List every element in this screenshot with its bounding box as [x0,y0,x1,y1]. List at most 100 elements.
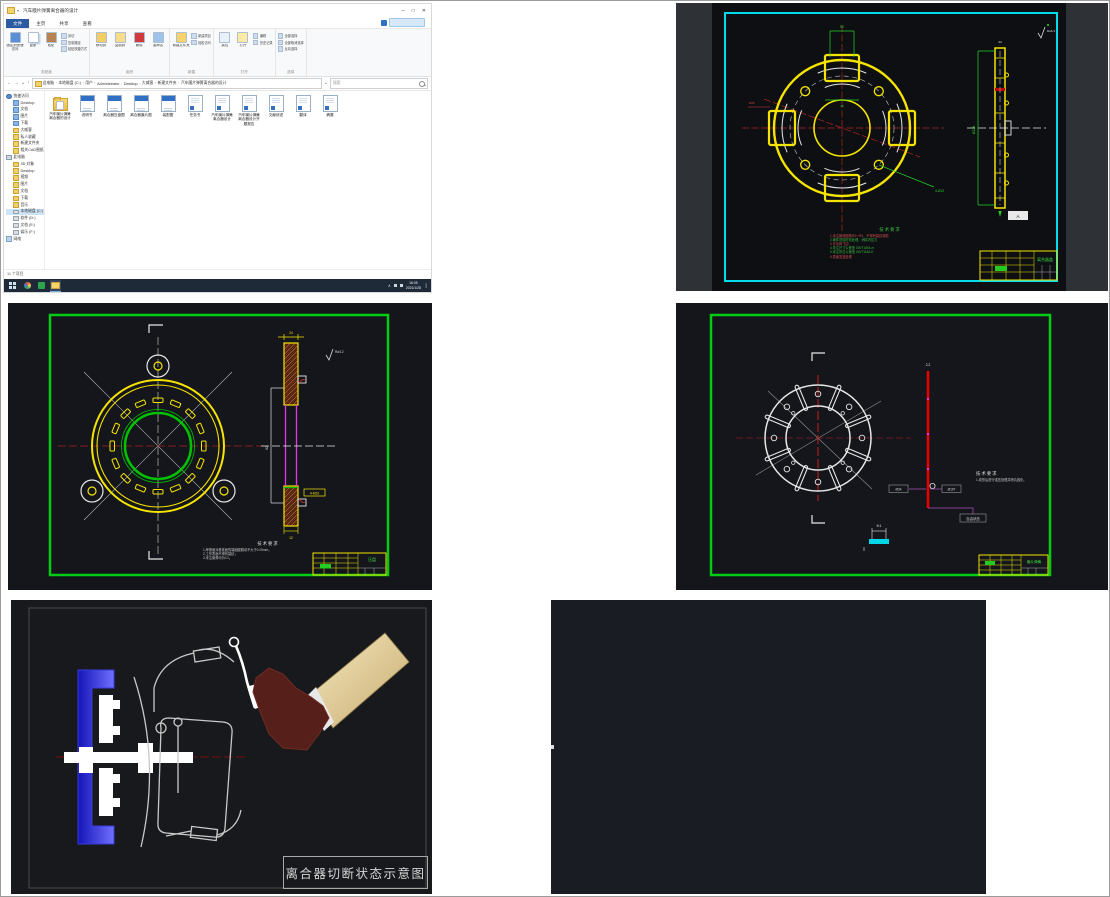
sidebar-item[interactable]: 3D 对象 [6,161,44,168]
quick-access-arrow-icon[interactable]: ▾ [17,8,19,13]
breadcrumb-item[interactable]: 用户 [85,81,97,86]
sidebar-item[interactable]: 下载 [6,120,44,127]
ribbon-tab[interactable]: 共享 [52,19,75,28]
ribbon-button-small[interactable]: 历史记录 [252,39,273,45]
ribbon-button-small[interactable]: 轻松访问 [191,39,211,45]
breadcrumb-item[interactable]: 汽车膜片弹簧离合器的设计 [181,81,227,86]
ribbon-button-small[interactable]: 反向选择 [277,46,304,52]
breadcrumb-item[interactable]: Administrator [97,82,124,86]
breadcrumb-item[interactable]: 大威客 [142,81,158,86]
up-icon[interactable]: ↑ [27,81,30,86]
ribbon-button-small[interactable]: 复制路径 [61,39,87,45]
breadcrumb[interactable]: 此电脑本地磁盘 (C:)用户AdministratorDesktop大威客新建文… [31,78,322,89]
ribbon-button-small[interactable]: 全部选择 [277,33,304,39]
breadcrumb-item[interactable]: Desktop [124,82,142,86]
file-item[interactable]: 汽车膜片弹簧离合器设计 [210,95,234,122]
ribbon-button[interactable]: 复制到 [111,31,129,48]
file-item[interactable]: 汽车膜片弹簧离合器的设计 [48,95,72,121]
ribbon-button[interactable]: 打开 [234,31,252,48]
minimize-button[interactable]: ─ [401,8,405,14]
ribbon-button-small[interactable]: 编辑 [252,33,273,39]
taskbar-app-icon[interactable] [36,280,47,291]
show-desktop-edge[interactable]: ▏ [426,283,429,288]
svg-text:40: 40 [840,104,844,108]
close-button[interactable]: ✕ [422,8,426,14]
ribbon-small-icon [61,33,67,39]
sidebar-item[interactable]: 文档 [6,188,44,195]
ribbon-button-small[interactable]: 粘贴快捷方式 [61,46,87,52]
taskbar-explorer-icon[interactable] [50,279,61,292]
sidebar-item[interactable]: 文档 (E:) [6,222,44,229]
ribbon-small-icon [277,39,284,45]
back-icon[interactable]: ← [7,81,12,86]
start-button[interactable] [9,282,16,289]
ribbon-button-small[interactable]: 剪切 [61,33,87,39]
ribbon-tab[interactable]: 查看 [76,19,99,28]
sidebar-item[interactable]: 私人收藏 [6,134,44,141]
sidebar-item[interactable]: 娱乐 (F:) [6,229,44,236]
file-item[interactable]: 任务书 [183,95,207,117]
title-block: 离合器盖 [979,250,1058,281]
breadcrumb-item[interactable]: 本地磁盘 (C:) [58,81,85,86]
sidebar-item[interactable]: 软件 (D:) [6,215,44,222]
file-item[interactable]: 离合器膜片图 [129,95,153,117]
sidebar-item-icon [13,114,19,120]
window-title: 汽车膜片弹簧离合器的设计 [23,7,79,13]
breadcrumb-item[interactable]: 新建文件夹 [158,81,181,86]
header-badge[interactable] [381,18,425,27]
sidebar-item[interactable]: 文档 [6,107,44,114]
folder-icon [34,80,42,87]
file-item[interactable]: 文献综述 [264,95,288,117]
forward-icon[interactable]: → [14,81,19,86]
ribbon-button[interactable]: 复制 [24,31,42,52]
ribbon-tab[interactable]: 主页 [29,19,52,28]
sidebar-item[interactable]: 音乐 [6,202,44,209]
recent-dropdown-icon[interactable]: ⌄ [21,81,25,86]
taskbar-clock[interactable]: 16:05 2021/1/28 [406,281,423,290]
search-input[interactable]: 搜索 [330,78,428,89]
sidebar-item[interactable]: 下载 [6,195,44,202]
ribbon-small-icon [61,46,67,52]
sidebar-item[interactable]: 本地磁盘 (C:) [6,208,44,216]
sidebar-item[interactable]: 图片 [6,181,44,188]
ribbon-button-small[interactable]: 全部取消选择 [277,39,304,45]
file-item[interactable]: 翻译 [291,95,315,117]
ribbon-button[interactable]: 新建文件夹 [172,31,190,48]
svg-text:膜片弹簧: 膜片弹簧 [1027,559,1042,564]
sidebar-item[interactable]: 图片 [6,113,44,120]
ribbon-button[interactable]: 粘贴 [42,31,60,52]
file-item[interactable]: 离合器压盘图 [102,95,126,117]
breadcrumb-item[interactable]: 此电脑 [43,81,59,86]
file-icon [214,95,230,112]
sidebar-item[interactable]: 此电脑 [6,154,44,161]
sidebar-item[interactable]: 大威客 [6,127,44,134]
file-item[interactable]: 摘要 [318,95,342,117]
tray-volume-icon[interactable] [399,284,403,287]
ribbon-button-small[interactable]: 新建项目 [191,33,211,39]
refresh-icon[interactable]: ⌄ [324,81,328,86]
file-item[interactable]: 说明书 [75,95,99,117]
sidebar-item[interactable]: Desktop [6,100,44,107]
sidebar-item[interactable]: 视频 [6,175,44,182]
ribbon-button[interactable]: 属性 [216,31,234,48]
maximize-button[interactable]: □ [412,8,415,14]
sidebar-item[interactable]: 快速访问 [6,93,44,100]
sidebar-item[interactable]: 新建文件夹 [6,141,44,148]
sidebar-item-icon [13,175,19,181]
ribbon-button-icon [219,32,231,43]
sidebar-item[interactable]: 网络 [6,236,44,243]
sidebar-item[interactable]: Desktop [6,168,44,175]
tray-network-icon[interactable] [393,284,397,287]
sidebar-item-icon [13,141,19,147]
file-item[interactable]: 汽车膜片弹簧离合器设计开题报告 [237,95,261,126]
file-item[interactable]: 装配图 [156,95,180,117]
ribbon-button[interactable]: 重命名 [149,31,167,48]
boot [252,667,330,751]
ribbon-button[interactable]: 移动到 [92,31,110,48]
tab-file[interactable]: 文件 [6,19,30,28]
tray-chevron-icon[interactable]: ∧ [388,283,391,288]
ribbon-button[interactable]: 固定到快速访问 [6,31,24,52]
ribbon-button[interactable]: 删除 [130,31,148,48]
taskbar-browser-icon[interactable] [22,280,33,291]
sidebar-item[interactable]: 相关CAD图纸 [6,147,44,154]
